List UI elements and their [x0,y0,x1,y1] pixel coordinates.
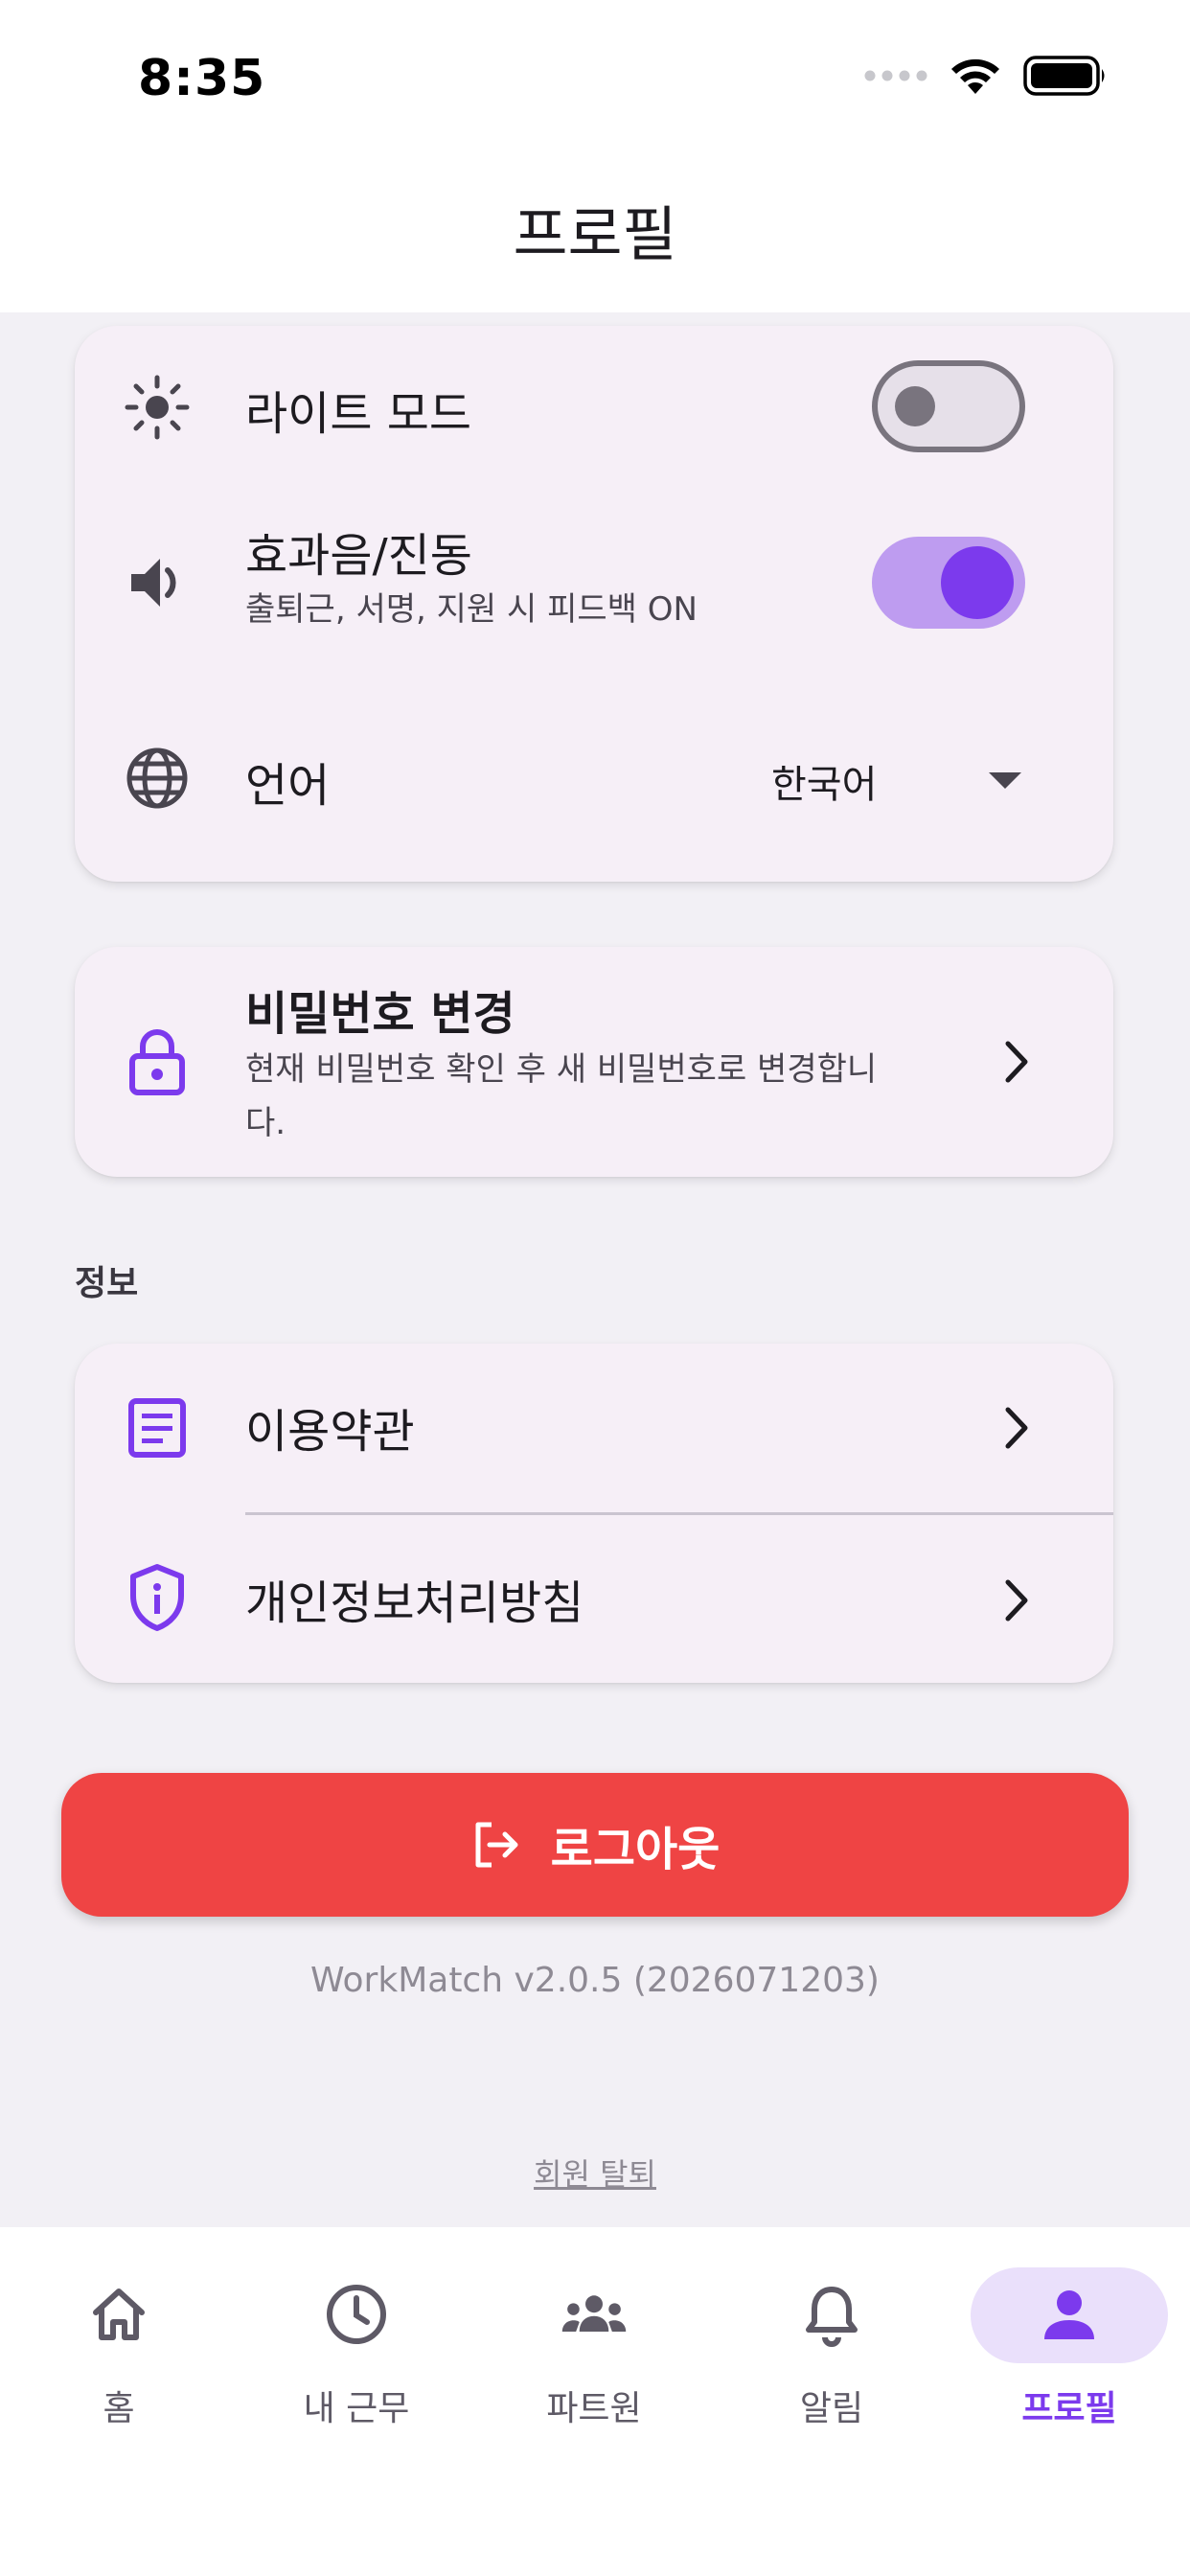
nav-label: 프로필 [1021,2389,1117,2428]
password-change-title: 비밀번호 변경 [245,987,515,1041]
nav-label: 파트원 [546,2389,642,2428]
settings-card: 라이트 모드 효과음/진동 출퇴근, 서명, 지원 시 피드백 ON 언어 한국… [75,326,1113,882]
nav-label: 알림 [799,2389,864,2428]
status-icons [864,56,1108,96]
privacy-shield-icon [121,1561,194,1634]
page-title: 프로필 [513,199,677,269]
info-section-header: 정보 [75,1264,139,1303]
lock-icon [121,1025,194,1098]
status-time: 8:35 [138,50,266,107]
person-icon [1036,2281,1103,2348]
app-bar: 프로필 [0,153,1190,312]
password-change-description-line1: 현재 비밀번호 확인 후 새 비밀번호로 변경합니 [245,1050,878,1089]
light-mode-label: 라이트 모드 [245,387,472,441]
bottom-nav: 홈 내 근무 파트원 알림 프로필 [0,2227,1190,2576]
language-select[interactable]: 한국어 [771,753,877,809]
globe-icon [121,742,194,815]
sun-icon [121,371,194,444]
language-row[interactable]: 언어 한국어 [75,690,1113,882]
logout-button[interactable]: 로그아웃 [61,1773,1129,1917]
dropdown-arrow-icon[interactable] [989,772,1021,789]
nav-item-partners[interactable]: 파트원 [475,2266,713,2428]
chevron-right-icon [1005,1579,1028,1622]
home-icon [85,2281,152,2348]
battery-icon [1023,56,1105,96]
chevron-right-icon [1005,1407,1028,1449]
terms-row[interactable]: 이용약관 [75,1344,1113,1512]
logout-label: 로그아웃 [550,1823,721,1876]
toggle-knob [895,386,935,426]
cellular-signal-icon [864,70,927,81]
privacy-policy-label: 개인정보처리방침 [245,1576,584,1630]
clock-icon [323,2281,390,2348]
bell-icon [798,2281,865,2348]
chevron-right-icon [1005,1041,1028,1083]
password-change-card[interactable]: 비밀번호 변경 현재 비밀번호 확인 후 새 비밀번호로 변경합니 다. [75,947,1113,1177]
people-icon [561,2281,628,2348]
nav-item-home[interactable]: 홈 [0,2266,238,2428]
wifi-icon [951,58,999,94]
language-label: 언어 [245,759,331,813]
light-mode-row[interactable]: 라이트 모드 [75,326,1113,489]
sound-vibration-toggle[interactable] [872,537,1025,629]
privacy-policy-row[interactable]: 개인정보처리방침 [75,1515,1113,1683]
speaker-icon [121,546,194,619]
nav-item-notifications[interactable]: 알림 [713,2266,950,2428]
status-bar: 8:35 [0,0,1190,153]
nav-label: 내 근무 [303,2389,410,2428]
nav-label: 홈 [103,2389,135,2428]
logout-icon [475,1822,518,1868]
light-mode-toggle[interactable] [872,360,1025,452]
password-change-description-line2: 다. [245,1104,286,1142]
app-version: WorkMatch v2.0.5 (2026071203) [310,1961,880,2000]
sound-vibration-row[interactable]: 효과음/진동 출퇴근, 서명, 지원 시 피드백 ON [75,489,1113,690]
nav-item-profile[interactable]: 프로필 [950,2266,1188,2428]
toggle-knob [941,546,1014,619]
nav-item-my-work[interactable]: 내 근무 [238,2266,475,2428]
sound-vibration-label: 효과음/진동 [245,529,472,583]
document-icon [121,1392,194,1464]
info-card: 이용약관 개인정보처리방침 [75,1344,1113,1683]
sound-vibration-description: 출퇴근, 서명, 지원 시 피드백 ON [245,590,698,629]
withdraw-link[interactable]: 회원 탈퇴 [0,2150,1190,2195]
terms-label: 이용약관 [245,1405,415,1459]
